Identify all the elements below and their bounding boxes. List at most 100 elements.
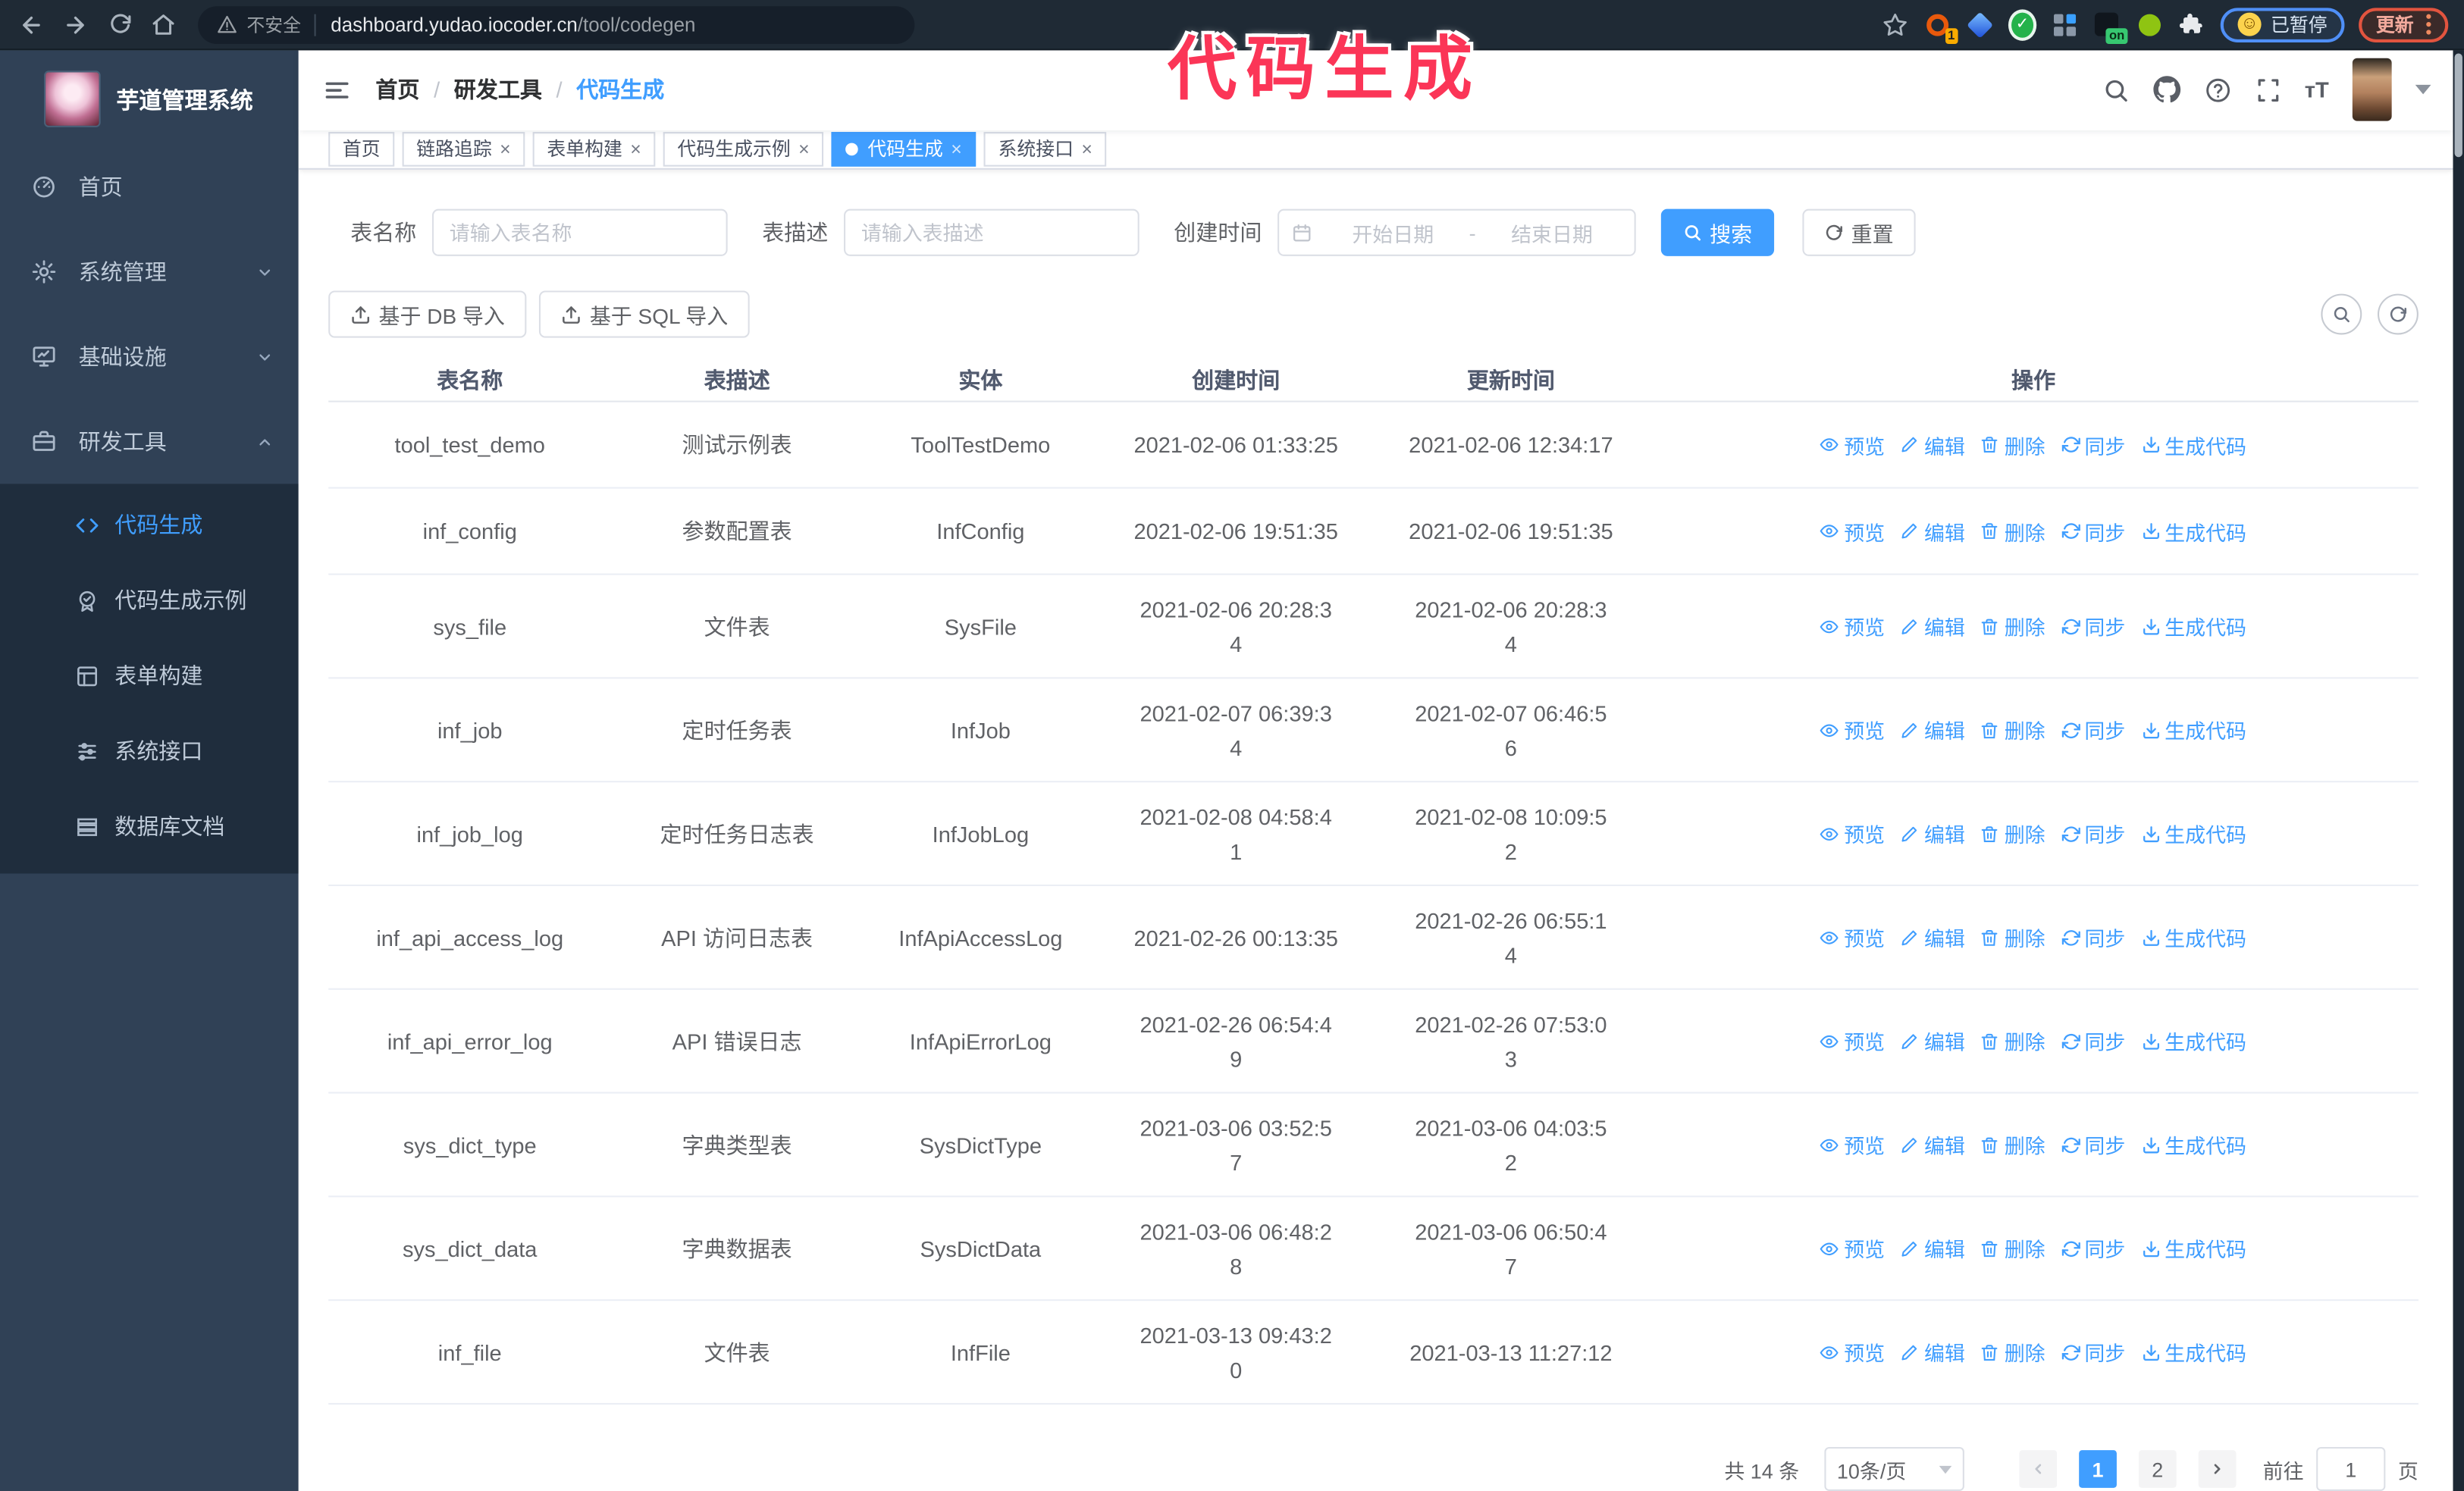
delete-link[interactable]: 删除 — [1981, 1337, 2045, 1367]
toggle-search-button[interactable] — [2321, 293, 2362, 335]
preview-link[interactable]: 预览 — [1820, 715, 1885, 744]
delete-link[interactable]: 删除 — [1981, 1026, 2045, 1055]
sync-link[interactable]: 同步 — [2061, 611, 2125, 641]
goto-page-input[interactable] — [2316, 1446, 2386, 1491]
browser-menu-icon[interactable] — [2426, 14, 2431, 35]
extension-check-icon[interactable]: ✓ — [2008, 8, 2037, 40]
extension-orange-icon[interactable]: 1 — [1923, 10, 1958, 43]
close-icon[interactable]: × — [951, 139, 962, 158]
preview-link[interactable]: 预览 — [1820, 516, 1885, 546]
extension-green-icon[interactable] — [2136, 10, 2164, 38]
reset-button[interactable]: 重置 — [1802, 208, 1916, 256]
sidebar-logo-row[interactable]: 芋道管理系统 — [0, 50, 299, 138]
generate-code-link[interactable]: 生成代码 — [2141, 430, 2246, 459]
close-icon[interactable]: × — [630, 139, 641, 158]
breadcrumb-home[interactable]: 首页 — [375, 74, 419, 105]
submenu-item[interactable]: 代码生成 — [0, 487, 299, 562]
extension-on-icon[interactable]: on — [2093, 10, 2128, 43]
help-icon[interactable] — [2204, 77, 2230, 103]
submenu-item[interactable]: 数据库文档 — [0, 788, 299, 863]
github-icon[interactable] — [2152, 76, 2180, 104]
submenu-item[interactable]: 代码生成示例 — [0, 562, 299, 637]
sync-link[interactable]: 同步 — [2061, 430, 2125, 459]
preview-link[interactable]: 预览 — [1820, 611, 1885, 641]
sync-link[interactable]: 同步 — [2061, 715, 2125, 744]
import-sql-button[interactable]: 基于 SQL 导入 — [539, 290, 751, 338]
delete-link[interactable]: 删除 — [1981, 819, 2045, 848]
sync-link[interactable]: 同步 — [2061, 1026, 2125, 1055]
browser-update-button[interactable]: 更新 — [2359, 7, 2449, 42]
font-size-icon[interactable]: ᴛT — [2305, 78, 2329, 103]
sync-link[interactable]: 同步 — [2061, 1129, 2125, 1159]
delete-link[interactable]: 删除 — [1981, 430, 2045, 459]
close-icon[interactable]: × — [1081, 139, 1092, 158]
profile-paused-pill[interactable]: ☺ 已暂停 — [2220, 7, 2345, 42]
edit-link[interactable]: 编辑 — [1901, 1233, 1965, 1263]
preview-link[interactable]: 预览 — [1820, 1233, 1885, 1263]
edit-link[interactable]: 编辑 — [1901, 819, 1965, 848]
browser-forward-icon[interactable] — [53, 4, 97, 45]
tab[interactable]: 系统接口 × — [983, 132, 1107, 167]
delete-link[interactable]: 删除 — [1981, 1233, 2045, 1263]
browser-back-icon[interactable] — [9, 4, 53, 45]
generate-code-link[interactable]: 生成代码 — [2141, 819, 2246, 848]
edit-link[interactable]: 编辑 — [1901, 611, 1965, 641]
submenu-item[interactable]: 表单构建 — [0, 638, 299, 713]
submenu-item[interactable]: 系统接口 — [0, 713, 299, 788]
avatar-caret-icon[interactable] — [2415, 85, 2431, 96]
page-size-select[interactable]: 10条/页 — [1824, 1446, 1964, 1491]
window-scrollbar[interactable] — [2453, 50, 2464, 1491]
tab[interactable]: 代码生成 × — [831, 132, 977, 167]
date-range-picker[interactable]: 开始日期 - 结束日期 — [1277, 208, 1636, 256]
bookmark-star-icon[interactable] — [1881, 10, 1909, 38]
generate-code-link[interactable]: 生成代码 — [2141, 715, 2246, 744]
generate-code-link[interactable]: 生成代码 — [2141, 922, 2246, 952]
close-icon[interactable]: × — [500, 139, 511, 158]
tab[interactable]: 表单构建 × — [532, 132, 656, 167]
edit-link[interactable]: 编辑 — [1901, 1129, 1965, 1159]
extensions-puzzle-icon[interactable] — [2178, 10, 2206, 38]
generate-code-link[interactable]: 生成代码 — [2141, 516, 2246, 546]
search-button[interactable]: 搜索 — [1660, 208, 1775, 256]
hamburger-icon[interactable] — [324, 77, 350, 103]
edit-link[interactable]: 编辑 — [1901, 430, 1965, 459]
refresh-table-button[interactable] — [2377, 293, 2419, 335]
scrollbar-thumb[interactable] — [2454, 53, 2462, 158]
sidebar-item-system[interactable]: 系统管理 — [0, 230, 299, 315]
table-desc-input[interactable] — [844, 208, 1140, 256]
sync-link[interactable]: 同步 — [2061, 1233, 2125, 1263]
delete-link[interactable]: 删除 — [1981, 516, 2045, 546]
generate-code-link[interactable]: 生成代码 — [2141, 1026, 2246, 1055]
next-page-button[interactable] — [2198, 1450, 2237, 1488]
import-db-button[interactable]: 基于 DB 导入 — [328, 290, 527, 338]
user-avatar[interactable] — [2352, 58, 2392, 122]
page-number-button[interactable]: 1 — [2079, 1450, 2117, 1488]
sidebar-item-devtools[interactable]: 研发工具 — [0, 399, 299, 484]
sync-link[interactable]: 同步 — [2061, 1337, 2125, 1367]
edit-link[interactable]: 编辑 — [1901, 715, 1965, 744]
sync-link[interactable]: 同步 — [2061, 516, 2125, 546]
address-bar[interactable]: 不安全 dashboard.yudao.iocoder.cn/tool/code… — [198, 5, 915, 43]
page-number-button[interactable]: 2 — [2138, 1450, 2177, 1488]
breadcrumb-devtools[interactable]: 研发工具 — [454, 74, 542, 105]
preview-link[interactable]: 预览 — [1820, 1129, 1885, 1159]
sidebar-item-infra[interactable]: 基础设施 — [0, 315, 299, 399]
edit-link[interactable]: 编辑 — [1901, 1026, 1965, 1055]
fullscreen-icon[interactable] — [2254, 77, 2281, 103]
tab[interactable]: 首页 — [328, 132, 395, 167]
sync-link[interactable]: 同步 — [2061, 922, 2125, 952]
preview-link[interactable]: 预览 — [1820, 1337, 1885, 1367]
delete-link[interactable]: 删除 — [1981, 715, 2045, 744]
edit-link[interactable]: 编辑 — [1901, 516, 1965, 546]
preview-link[interactable]: 预览 — [1820, 430, 1885, 459]
generate-code-link[interactable]: 生成代码 — [2141, 1129, 2246, 1159]
browser-reload-icon[interactable] — [98, 4, 142, 45]
sidebar-item-home[interactable]: 首页 — [0, 145, 299, 230]
generate-code-link[interactable]: 生成代码 — [2141, 611, 2246, 641]
table-name-input[interactable] — [431, 208, 728, 256]
preview-link[interactable]: 预览 — [1820, 819, 1885, 848]
header-search-icon[interactable] — [2102, 77, 2128, 103]
browser-home-icon[interactable] — [142, 4, 186, 45]
tab[interactable]: 代码生成示例 × — [663, 132, 824, 167]
generate-code-link[interactable]: 生成代码 — [2141, 1337, 2246, 1367]
